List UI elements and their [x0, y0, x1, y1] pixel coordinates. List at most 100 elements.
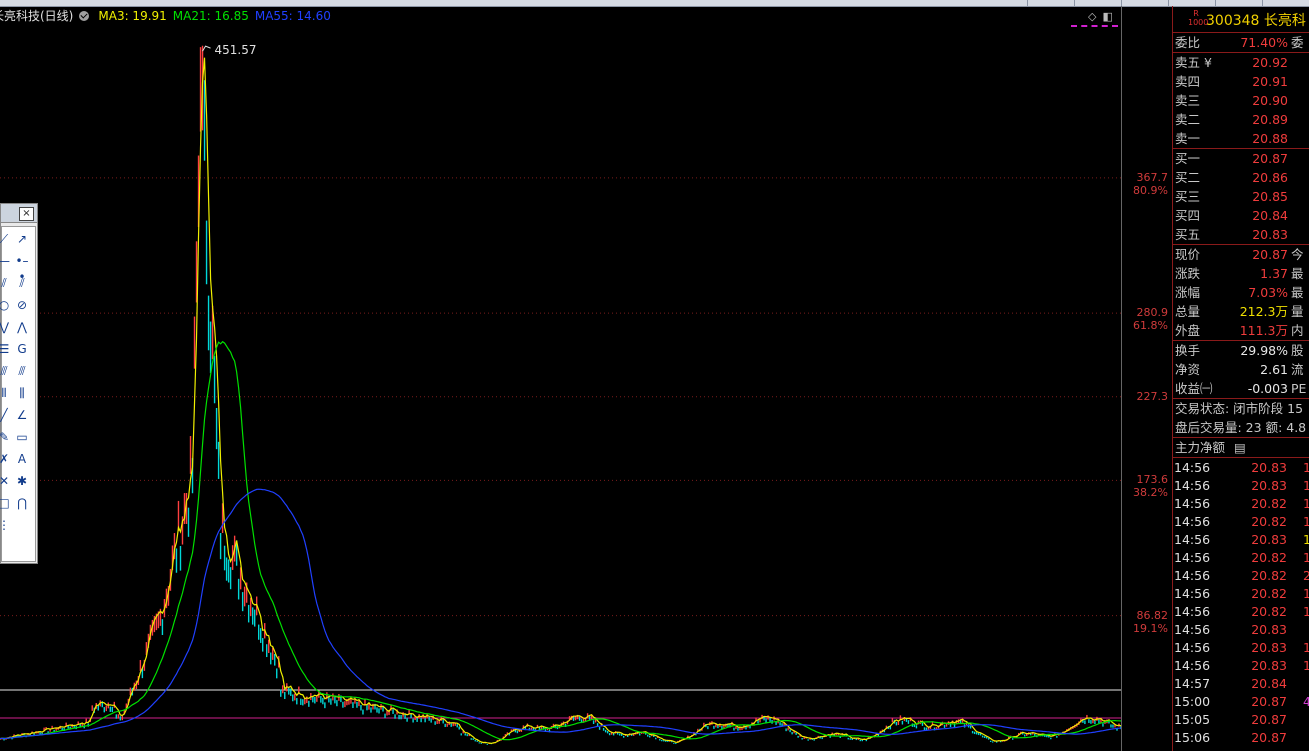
delete-tool-icon[interactable]: ✕: [0, 473, 12, 489]
window-tab[interactable]: [1121, 0, 1168, 6]
tick-time: 15:06: [1174, 730, 1211, 745]
circle-tool-icon[interactable]: ○: [0, 297, 12, 313]
row-label: 买一: [1175, 151, 1201, 166]
tick-row: 14:56 20.83 1: [1172, 639, 1309, 657]
row-value: 20.84: [1252, 208, 1288, 223]
bid-row[interactable]: 买三 20.85: [1172, 187, 1309, 206]
stat-row[interactable]: 收益㈠ -0.003 PE: [1172, 379, 1309, 398]
stat-row[interactable]: 净资 2.61 流: [1172, 360, 1309, 379]
row-label-secondary: 最: [1291, 266, 1304, 281]
row-label-secondary: 内: [1291, 323, 1304, 338]
tick-price: 20.82: [1251, 604, 1287, 619]
tick-price: 20.84: [1251, 676, 1287, 691]
ask-row[interactable]: 卖五 ¥ 20.92: [1172, 53, 1309, 72]
row-label-secondary: 量: [1291, 304, 1304, 319]
indicator-check-icon[interactable]: [79, 11, 90, 21]
hline-tool-icon[interactable]: —: [0, 253, 12, 269]
fan-tool-icon[interactable]: ⫻: [0, 363, 12, 379]
tick-price: 20.83: [1251, 622, 1287, 637]
box-tool-icon[interactable]: □: [0, 495, 12, 511]
multi-line-tool-icon[interactable]: ⫻: [14, 363, 30, 379]
window-toggle-icon[interactable]: ◧: [1102, 10, 1112, 23]
tick-time: 14:56: [1174, 658, 1211, 673]
row-label: 卖五 ¥: [1175, 55, 1212, 70]
ray-tool-icon[interactable]: ╱: [0, 407, 12, 423]
drawing-toolbox[interactable]: × ⟋↗—•–•⫽⫽○⊘⋁⋀☰G⫻⫻⦀⫼╱∠✎▭✗A✕✱□⋂⋮: [0, 203, 38, 564]
quote-row[interactable]: 涨幅 7.03% 最: [1172, 283, 1309, 302]
row-value: 1.37: [1260, 266, 1288, 281]
tick-row: 14:56 20.82 1: [1172, 585, 1309, 603]
row-label-secondary: 委: [1291, 35, 1304, 50]
row-value: 212.3万: [1239, 304, 1288, 319]
tick-price: 20.87: [1251, 712, 1287, 727]
tick-price: 20.82: [1251, 550, 1287, 565]
channel-tool-icon[interactable]: ⫽: [14, 275, 30, 291]
segment-tool-icon[interactable]: •–•: [14, 253, 30, 284]
tick-time: 14:56: [1174, 496, 1211, 511]
main-net-header[interactable]: 主力净额 ▤: [1172, 438, 1309, 457]
row-label: 卖三: [1175, 93, 1201, 108]
gann-tool-icon[interactable]: G: [14, 341, 30, 357]
bid-row[interactable]: 买一 20.87: [1172, 149, 1309, 168]
tick-time: 14:56: [1174, 460, 1211, 475]
row-label: 卖四: [1175, 74, 1201, 89]
tick-time: 14:56: [1174, 478, 1211, 493]
arc-tool-icon[interactable]: ⋂: [14, 495, 30, 511]
quote-panel: R 1000 300348 长亮科 委比 71.40% 委卖五 ¥ 20.92 卖四 20…: [1172, 6, 1309, 751]
ratio-axis-label: 61.8%: [1133, 319, 1168, 333]
period-tool-icon[interactable]: ⦀: [0, 385, 12, 401]
ask-row[interactable]: 卖三 20.90: [1172, 91, 1309, 110]
tick-row: 15:06 20.87: [1172, 729, 1309, 747]
quote-row[interactable]: 外盘 111.3万内: [1172, 321, 1309, 340]
status-label: 盘后交易量: 23 额: 4.8: [1175, 420, 1307, 435]
bid-row[interactable]: 买五 20.83: [1172, 225, 1309, 244]
panel-separator: [1172, 457, 1309, 458]
circle-cross-tool-icon[interactable]: ⊘: [14, 297, 30, 313]
quote-row[interactable]: 总量 212.3万量: [1172, 302, 1309, 321]
toolbox-tools: ⟋↗—•–•⫽⫽○⊘⋁⋀☰G⫻⫻⦀⫼╱∠✎▭✗A✕✱□⋂⋮: [0, 226, 36, 562]
ask-row[interactable]: 卖一 20.88: [1172, 129, 1309, 148]
row-value: 20.87: [1252, 247, 1288, 262]
cycle-tool-icon[interactable]: ⫼: [14, 385, 30, 401]
bid-row[interactable]: 买二 20.86: [1172, 168, 1309, 187]
row-label: 收益㈠: [1175, 381, 1213, 396]
row-value: 20.85: [1252, 189, 1288, 204]
pen-tool-icon[interactable]: ✎: [0, 429, 12, 445]
main-net-label: 主力净额: [1175, 440, 1226, 455]
parallel-tool-icon[interactable]: ⫽: [0, 275, 12, 291]
tick-qty: 1: [1303, 640, 1309, 655]
tick-time: 15:05: [1174, 712, 1211, 727]
paint-tool-icon[interactable]: ✱: [14, 473, 30, 489]
diamond-icon[interactable]: ◇: [1088, 10, 1096, 23]
ask-row[interactable]: 卖二 20.89: [1172, 110, 1309, 129]
toolbox-close-button[interactable]: ×: [19, 207, 34, 221]
ask-row[interactable]: 卖四 20.91: [1172, 72, 1309, 91]
zigzag-tool-icon[interactable]: ⋁: [0, 319, 12, 335]
wave-tool-icon[interactable]: ⋀: [14, 319, 30, 335]
marker-tool-icon[interactable]: ✗: [0, 451, 12, 467]
row-value: 29.98%: [1240, 343, 1288, 358]
misc-tool-icon[interactable]: ⋮: [0, 517, 12, 533]
stock-code-title[interactable]: 300348 长亮科: [1206, 10, 1306, 30]
row-value: 20.89: [1252, 112, 1288, 127]
angle-tool-icon[interactable]: ∠: [14, 407, 30, 423]
indicator-dash-marker: [1071, 25, 1118, 29]
stat-row[interactable]: 换手 29.98% 股: [1172, 341, 1309, 360]
quote-row[interactable]: 现价 20.87 今: [1172, 245, 1309, 264]
rectangle-tool-icon[interactable]: ▭: [14, 429, 30, 445]
row-label: 现价: [1175, 247, 1201, 262]
kline-chart[interactable]: 451.57: [0, 6, 1121, 751]
tick-qty: 1: [1303, 514, 1309, 529]
bid-row[interactable]: 买四 20.84: [1172, 206, 1309, 225]
weibi-row[interactable]: 委比 71.40% 委: [1172, 33, 1309, 52]
toolbox-title-bar[interactable]: ×: [1, 204, 37, 223]
text-tool-icon[interactable]: A: [14, 451, 30, 467]
arrow-tool-icon[interactable]: ↗: [14, 231, 30, 247]
fib-tool-icon[interactable]: ☰: [0, 341, 12, 357]
quote-row[interactable]: 涨跌 1.37 最: [1172, 264, 1309, 283]
list-icon[interactable]: ▤: [1234, 438, 1246, 457]
row-label: 净资: [1175, 362, 1201, 377]
row-label: 买五: [1175, 227, 1201, 242]
tick-row: 14:56 20.82 1: [1172, 549, 1309, 567]
line-tool-icon[interactable]: ⟋: [0, 231, 12, 247]
